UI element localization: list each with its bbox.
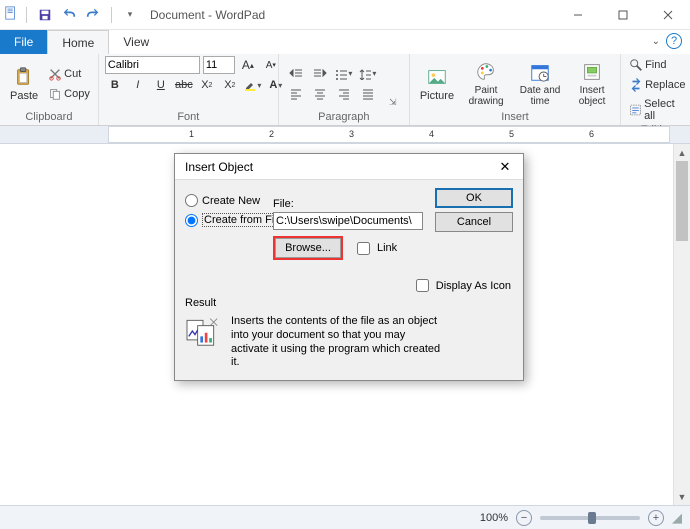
align-center-icon[interactable]	[309, 85, 331, 103]
tab-file[interactable]: File	[0, 30, 47, 54]
bold-icon[interactable]: B	[105, 76, 125, 94]
insert-object-dialog: Insert Object ✕ Create New Create from F…	[174, 153, 524, 381]
minimize-button[interactable]	[555, 0, 600, 30]
redo-icon[interactable]	[83, 6, 103, 24]
insert-object-button[interactable]: Insert object	[570, 59, 614, 109]
group-label-paragraph: Paragraph	[285, 111, 403, 125]
result-text: Inserts the contents of the file as an o…	[231, 315, 441, 370]
radio-create-from-file-input[interactable]	[185, 214, 198, 227]
selectall-button[interactable]: Select all	[627, 96, 687, 124]
align-left-icon[interactable]	[285, 85, 307, 103]
close-button[interactable]	[645, 0, 690, 30]
dialog-title: Insert Object	[185, 160, 253, 174]
ribbon-minimize-icon[interactable]: ⌄	[652, 36, 660, 47]
display-as-icon-checkbox[interactable]: Display As Icon	[412, 276, 511, 295]
highlight-color-icon[interactable]	[243, 76, 263, 94]
help-icon[interactable]: ?	[666, 33, 682, 49]
paragraph-dialog-icon[interactable]: ⇲	[383, 93, 403, 111]
title-bar: ▾ Document - WordPad	[0, 0, 690, 30]
grow-font-icon[interactable]: A▴	[238, 56, 258, 74]
group-label-font: Font	[105, 111, 272, 125]
ruler-tick: 3	[349, 129, 354, 139]
insert-datetime-button[interactable]: Date and time	[514, 59, 566, 109]
tab-home[interactable]: Home	[47, 30, 109, 54]
undo-icon[interactable]	[59, 6, 79, 24]
font-size-combo[interactable]	[203, 56, 235, 74]
strike-icon[interactable]: abc	[174, 76, 194, 94]
group-insert: Picture Paint drawing Date and time Inse…	[410, 54, 621, 125]
group-label-insert: Insert	[416, 111, 614, 125]
ruler-tick: 1	[189, 129, 194, 139]
scroll-thumb[interactable]	[676, 161, 688, 241]
dialog-titlebar[interactable]: Insert Object ✕	[175, 154, 523, 180]
quick-access-toolbar: ▾	[4, 6, 140, 24]
vertical-scrollbar[interactable]: ▲ ▼	[673, 144, 690, 505]
group-label-clipboard: Clipboard	[6, 111, 92, 125]
group-paragraph: ⇲ Paragraph	[279, 54, 410, 125]
ruler[interactable]: 1 2 3 4 5 6	[0, 126, 690, 144]
shrink-font-icon[interactable]: A▾	[261, 56, 281, 74]
radio-create-new-input[interactable]	[185, 194, 198, 207]
ribbon-tabs: File Home View ⌄ ?	[0, 30, 690, 54]
indent-decrease-icon[interactable]	[285, 65, 307, 83]
group-font: A▴ A▾ B I U abc X2 X2 A Font	[99, 54, 279, 125]
app-icon	[4, 6, 18, 23]
insert-picture-button[interactable]: Picture	[416, 64, 458, 104]
cut-button[interactable]: Cut	[46, 65, 92, 83]
result-icon	[185, 315, 221, 350]
status-grip-icon: ◢	[672, 510, 682, 526]
maximize-button[interactable]	[600, 0, 645, 30]
qat-customize-icon[interactable]: ▾	[120, 6, 140, 24]
insert-paint-button[interactable]: Paint drawing	[462, 59, 510, 109]
result-label: Result	[185, 297, 441, 309]
browse-button[interactable]: Browse...	[275, 238, 341, 258]
group-clipboard: Paste Cut Copy Clipboard	[0, 54, 99, 125]
align-right-icon[interactable]	[333, 85, 355, 103]
align-justify-icon[interactable]	[357, 85, 379, 103]
link-checkbox-input[interactable]	[357, 242, 370, 255]
browse-highlight: Browse...	[273, 236, 343, 260]
italic-icon[interactable]: I	[128, 76, 148, 94]
ruler-tick: 5	[509, 129, 514, 139]
paste-button[interactable]: Paste	[6, 64, 42, 104]
status-bar: 100% − + ◢	[0, 505, 690, 529]
find-button[interactable]: Find	[627, 56, 668, 74]
save-icon[interactable]	[35, 6, 55, 24]
copy-button[interactable]: Copy	[46, 85, 92, 103]
zoom-in-button[interactable]: +	[648, 510, 664, 526]
tab-view[interactable]: View	[109, 30, 163, 54]
indent-increase-icon[interactable]	[309, 65, 331, 83]
scroll-up-icon[interactable]: ▲	[674, 144, 690, 161]
ruler-tick: 4	[429, 129, 434, 139]
group-editing: Find Replace Select all Editing	[621, 54, 690, 125]
ruler-tick: 6	[589, 129, 594, 139]
line-spacing-icon[interactable]	[357, 65, 379, 83]
dialog-close-button[interactable]: ✕	[493, 157, 517, 177]
window-title: Document - WordPad	[150, 8, 265, 22]
font-name-combo[interactable]	[105, 56, 200, 74]
superscript-icon[interactable]: X2	[220, 76, 240, 94]
file-label: File:	[273, 198, 423, 210]
replace-button[interactable]: Replace	[627, 76, 687, 94]
link-checkbox[interactable]: Link	[353, 239, 397, 258]
display-as-icon-input[interactable]	[416, 279, 429, 292]
file-path-input[interactable]	[273, 212, 423, 230]
zoom-out-button[interactable]: −	[516, 510, 532, 526]
cancel-button[interactable]: Cancel	[435, 212, 513, 232]
subscript-icon[interactable]: X2	[197, 76, 217, 94]
ruler-tick: 2	[269, 129, 274, 139]
zoom-slider[interactable]	[540, 516, 640, 520]
ribbon: Paste Cut Copy Clipboard A▴ A▾	[0, 54, 690, 126]
zoom-percent: 100%	[480, 512, 508, 524]
scroll-down-icon[interactable]: ▼	[674, 488, 690, 505]
underline-icon[interactable]: U	[151, 76, 171, 94]
list-icon[interactable]	[333, 65, 355, 83]
ok-button[interactable]: OK	[435, 188, 513, 208]
